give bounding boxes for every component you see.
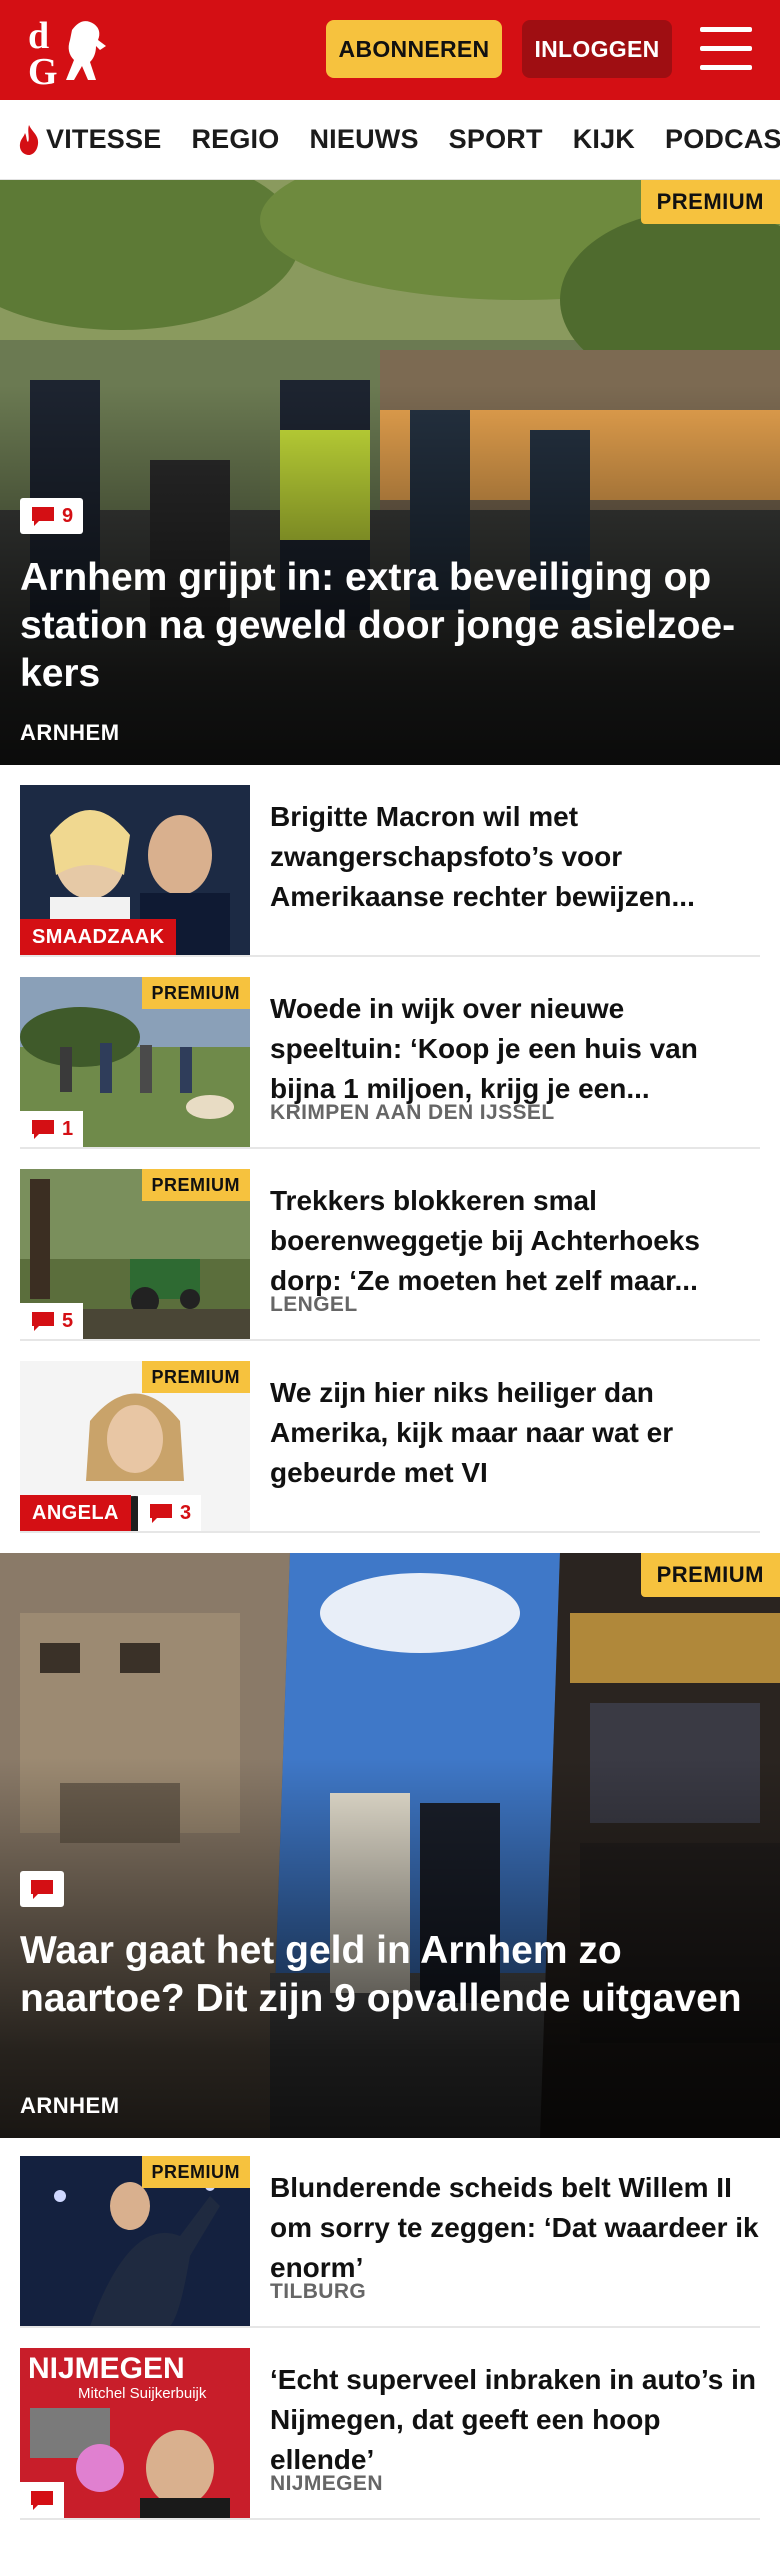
comment-icon bbox=[31, 2491, 53, 2510]
article-thumbnail: PREMIUM ANGELA 3 bbox=[20, 1361, 250, 1531]
article-title[interactable]: Brigitte Macron wil met zwangerschapsfot… bbox=[270, 797, 760, 917]
hero-title[interactable]: Arnhem grijpt in: extra beveiliging op s… bbox=[20, 554, 760, 698]
comment-icon bbox=[32, 1312, 54, 1331]
premium-badge: PREMIUM bbox=[141, 1361, 250, 1393]
article-thumbnail: PREMIUM 1 bbox=[20, 977, 250, 1147]
comment-icon bbox=[32, 507, 54, 526]
thumb-heading: NIJMEGEN bbox=[28, 2352, 185, 2385]
comment-icon bbox=[31, 1880, 53, 1899]
article-location: KRIMPEN AAN DEN IJSSEL bbox=[270, 1101, 555, 1124]
comment-badge bbox=[20, 2482, 64, 2518]
comment-count: 1 bbox=[62, 1117, 74, 1140]
nav-item-nieuws[interactable]: NIEUWS bbox=[309, 124, 418, 155]
article-title[interactable]: ‘Echt superveel inbraken in auto’s in Ni… bbox=[270, 2360, 760, 2480]
article-location: LENGEL bbox=[270, 1293, 358, 1316]
premium-badge: PREMIUM bbox=[141, 2156, 250, 2188]
hero-article-1[interactable]: PREMIUM 9 Arnhem grijpt in: extra beveil… bbox=[0, 180, 780, 765]
category-tag: SMAADZAAK bbox=[20, 919, 177, 955]
nav-item-podcast[interactable]: PODCAST bbox=[665, 124, 780, 155]
comment-count: 5 bbox=[62, 1309, 74, 1332]
nav-item-regio[interactable]: REGIO bbox=[191, 124, 279, 155]
article-thumbnail: SMAADZAAK bbox=[20, 785, 250, 955]
hero-gradient bbox=[0, 1553, 780, 2138]
dg-logo[interactable]: d G bbox=[20, 10, 120, 90]
thumb-subheading: Mitchel Suijkerbuijk bbox=[78, 2385, 207, 2402]
hamburger-menu-icon[interactable] bbox=[700, 27, 752, 71]
category-tag: ANGELA bbox=[20, 1495, 131, 1531]
premium-badge: PREMIUM bbox=[640, 1553, 780, 1597]
section-nav: VITESSE REGIO NIEUWS SPORT KIJK PODCAST bbox=[0, 100, 780, 180]
list-item[interactable]: PREMIUM ANGELA 3 We zijn hier niks heili… bbox=[20, 1361, 760, 1533]
login-button[interactable]: INLOGGEN bbox=[522, 20, 672, 78]
article-thumbnail: PREMIUM 5 bbox=[20, 1169, 250, 1339]
top-bar: d G ABONNEREN INLOGGEN bbox=[0, 0, 780, 100]
comment-count: 3 bbox=[180, 1501, 192, 1524]
svg-text:G: G bbox=[28, 51, 58, 90]
premium-badge: PREMIUM bbox=[141, 1169, 250, 1201]
hero-article-2[interactable]: PREMIUM Waar gaat het geld in Arnhem zo … bbox=[0, 1553, 780, 2138]
article-title[interactable]: Blunderende scheids belt Willem II om so… bbox=[270, 2168, 760, 2288]
list-item[interactable]: SMAADZAAK Brigitte Macron wil met zwange… bbox=[20, 785, 760, 957]
list-item[interactable]: PREMIUM 5 Trekkers blokkeren smal boeren… bbox=[20, 1169, 760, 1341]
nav-item-kijk[interactable]: KIJK bbox=[573, 124, 635, 155]
article-location: TILBURG bbox=[270, 2280, 367, 2303]
comment-icon bbox=[32, 1120, 54, 1139]
hero-title[interactable]: Waar gaat het geld in Arnhem zo naartoe?… bbox=[20, 1927, 760, 2023]
list-item[interactable]: PREMIUM Blunderende scheids belt Willem … bbox=[20, 2156, 760, 2328]
hero-location: ARNHEM bbox=[20, 2093, 120, 2118]
comment-count-badge: 9 bbox=[20, 498, 84, 534]
article-thumbnail: PREMIUM bbox=[20, 2156, 250, 2326]
article-thumbnail: NIJMEGEN Mitchel Suijkerbuijk bbox=[20, 2348, 250, 2518]
nav-label: VITESSE bbox=[46, 124, 162, 154]
hero-location: ARNHEM bbox=[20, 720, 120, 745]
article-title[interactable]: Trekkers blokkeren smal boerenweggetje b… bbox=[270, 1181, 760, 1301]
comment-count-badge: 5 bbox=[20, 1303, 84, 1339]
list-item[interactable]: NIJMEGEN Mitchel Suijkerbuijk ‘Echt supe… bbox=[20, 2348, 760, 2520]
comment-count: 9 bbox=[62, 504, 74, 527]
article-title[interactable]: We zijn hier niks heiliger dan Amerika, … bbox=[270, 1373, 760, 1493]
article-title[interactable]: Woede in wijk over nieuwe speeltuin: ‘Ko… bbox=[270, 989, 760, 1109]
comment-count-badge: 3 bbox=[138, 1495, 202, 1531]
premium-badge: PREMIUM bbox=[640, 180, 780, 224]
nav-item-sport[interactable]: SPORT bbox=[449, 124, 543, 155]
premium-badge: PREMIUM bbox=[141, 977, 250, 1009]
comment-icon bbox=[150, 1504, 172, 1523]
nav-item-vitesse[interactable]: VITESSE bbox=[16, 124, 161, 156]
flame-icon bbox=[19, 124, 39, 155]
comment-count-badge: 1 bbox=[20, 1111, 84, 1147]
article-location: NIJMEGEN bbox=[270, 2472, 383, 2495]
comment-badge bbox=[20, 1871, 64, 1907]
list-item[interactable]: PREMIUM 1 Woede in wijk over nieuwe spee… bbox=[20, 977, 760, 1149]
subscribe-button[interactable]: ABONNEREN bbox=[326, 20, 502, 78]
